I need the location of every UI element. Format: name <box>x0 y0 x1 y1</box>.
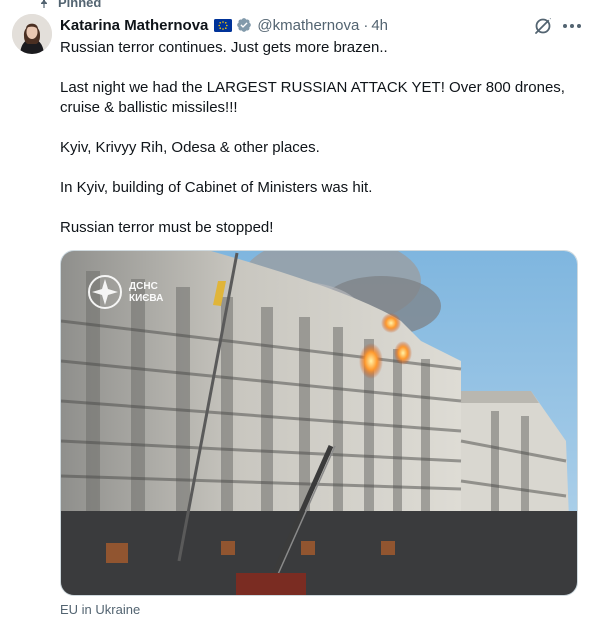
pin-icon <box>41 0 47 8</box>
grok-icon <box>535 17 552 34</box>
post-paragraph: In Kyiv, building of Cabinet of Minister… <box>60 179 373 196</box>
pinned-label: Pinned <box>58 0 102 10</box>
watermark-line1: ДСНС <box>129 281 158 292</box>
post-header: Katarina Mathernova @kmathernova · 4h <box>60 14 388 36</box>
post-text: Russian terror continues. Just gets more… <box>60 38 580 238</box>
avatar[interactable] <box>12 14 52 54</box>
verified-badge-icon <box>237 18 252 32</box>
more-icon <box>563 24 581 28</box>
post-paragraph: Kyiv, Krivyy Rih, Odesa & other places. <box>60 139 320 156</box>
more-button[interactable] <box>559 14 585 38</box>
pinned-indicator: Pinned <box>38 0 102 10</box>
separator-dot: · <box>363 16 369 34</box>
post-image[interactable]: ДСНС КИЄВА <box>60 250 578 596</box>
watermark-line2: КИЄВА <box>129 293 163 304</box>
grok-button[interactable] <box>531 14 555 38</box>
author-name[interactable]: Katarina Mathernova <box>60 17 208 34</box>
post-time[interactable]: 4h <box>371 17 388 34</box>
dsns-logo <box>88 275 122 309</box>
post-paragraph: Russian terror continues. Just gets more… <box>60 39 388 56</box>
post-paragraph: Last night we had the LARGEST RUSSIAN AT… <box>60 79 565 116</box>
media-source-label[interactable]: EU in Ukraine <box>60 602 140 617</box>
post-paragraph: Russian terror must be stopped! <box>60 219 274 236</box>
eu-flag-icon <box>214 18 233 32</box>
author-handle[interactable]: @kmathernova <box>257 17 359 34</box>
